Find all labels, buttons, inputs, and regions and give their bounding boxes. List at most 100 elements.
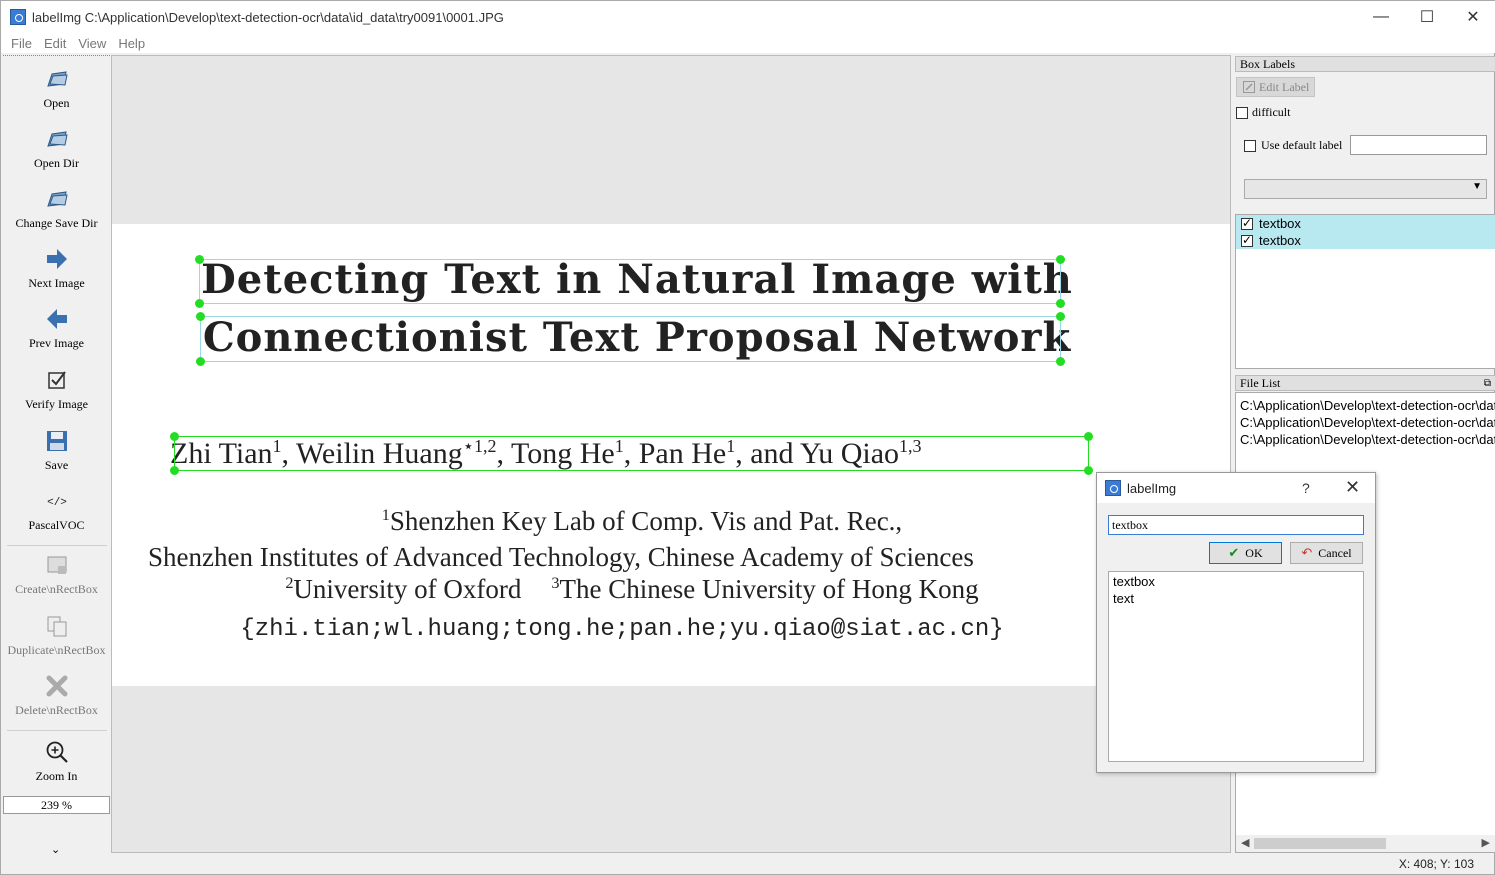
duplicate-rectbox-button[interactable]: Duplicate\nRectBox (3, 613, 110, 658)
verify-image-button[interactable]: Verify Image (3, 367, 110, 412)
ok-button[interactable]: ✔ OK (1209, 542, 1282, 564)
box-handle[interactable] (1056, 255, 1065, 264)
labelimg-window: labelImg C:\Application\Develop\text-det… (0, 0, 1495, 875)
floppy-disk-icon (46, 431, 67, 451)
next-image-button[interactable]: Next Image (3, 246, 110, 291)
scroll-right-icon[interactable]: ▶ (1482, 836, 1490, 849)
menu-file[interactable]: File (5, 36, 38, 51)
difficult-checkbox[interactable]: difficult (1236, 105, 1290, 120)
scroll-thumb[interactable] (1254, 838, 1386, 849)
delete-icon (46, 675, 67, 697)
default-label-input[interactable] (1350, 135, 1487, 155)
rectbox-icon (47, 556, 66, 574)
box-handle[interactable] (1056, 299, 1065, 308)
annotation-box[interactable] (199, 259, 1061, 304)
label-visible-check[interactable] (1241, 216, 1253, 230)
box-handle[interactable] (195, 255, 204, 264)
maximize-button[interactable]: ☐ (1404, 1, 1450, 33)
duplicate-icon (47, 616, 66, 637)
checkbox-icon (47, 371, 66, 389)
title-bar: labelImg C:\Application\Develop\text-det… (1, 1, 1495, 33)
open-label: Open (43, 96, 70, 110)
annotation-box[interactable] (200, 316, 1061, 362)
affiliation-line-2: Shenzhen Institutes of Advanced Technolo… (148, 542, 974, 572)
scroll-left-icon[interactable]: ◀ (1241, 836, 1249, 849)
horizontal-scrollbar[interactable]: ◀ ▶ (1236, 835, 1495, 852)
menu-help[interactable]: Help (112, 36, 151, 51)
verify-image-label: Verify Image (25, 397, 88, 411)
dialog-close-button[interactable]: ✕ (1345, 477, 1360, 498)
difficult-label: difficult (1252, 105, 1291, 119)
menu-bar: File Edit View Help (1, 33, 1495, 53)
next-image-label: Next Image (28, 276, 85, 290)
close-window-button[interactable]: ✕ (1450, 1, 1495, 33)
cancel-label: Cancel (1318, 545, 1352, 560)
file-list-item[interactable]: C:\Application\Develop\text-detection-oc… (1236, 397, 1495, 414)
format-label: PascalVOC (28, 518, 85, 532)
code-icon: </> (47, 497, 67, 509)
arrow-left-icon (46, 309, 67, 329)
box-handle[interactable] (1084, 466, 1093, 475)
zoom-in-button[interactable]: Zoom In (3, 739, 110, 784)
check-icon: ✔ (1228, 545, 1240, 560)
use-default-check[interactable] (1244, 139, 1256, 152)
label-dialog: labelImg ? ✕ textbox ✔ OK ↶ Cancel textb… (1096, 472, 1376, 773)
difficult-check[interactable] (1236, 106, 1248, 119)
label-list-item[interactable]: textbox (1236, 215, 1495, 232)
label-list-item[interactable]: textbox (1236, 232, 1495, 249)
edit-icon (1243, 81, 1255, 93)
duplicate-rectbox-label: Duplicate\nRectBox (7, 643, 106, 657)
file-list-title: File List (1240, 376, 1281, 390)
label-list[interactable]: textbox textbox (1235, 214, 1495, 369)
file-list-item[interactable]: C:\Application\Develop\text-detection-oc… (1236, 431, 1495, 448)
box-handle[interactable] (170, 466, 179, 475)
zoom-in-label: Zoom In (35, 769, 78, 783)
label-history-list[interactable]: textbox text (1108, 571, 1364, 762)
affiliation-line-3: 2University of Oxford 3The Chinese Univer… (112, 574, 1152, 605)
email-line: {zhi.tian;wl.huang;tong.he;pan.he;yu.qia… (240, 616, 1004, 643)
use-default-label-text: Use default label (1261, 138, 1343, 152)
box-handle[interactable] (196, 357, 205, 366)
ok-label: OK (1245, 545, 1263, 560)
box-handle[interactable] (195, 299, 204, 308)
help-button[interactable]: ? (1302, 480, 1310, 496)
folder-icon (46, 131, 68, 147)
open-button[interactable]: Open (3, 66, 110, 111)
image-canvas[interactable]: Detecting Text in Natural Image with Con… (111, 55, 1231, 853)
edit-label-button[interactable]: Edit Label (1236, 77, 1315, 97)
change-save-dir-button[interactable]: Change Save Dir (3, 186, 110, 231)
delete-rectbox-button[interactable]: Delete\nRectBox (3, 673, 110, 718)
label-history-item[interactable]: textbox (1113, 574, 1359, 591)
app-icon (10, 9, 26, 25)
file-list-item[interactable]: C:\Application\Develop\text-detection-oc… (1236, 414, 1495, 431)
delete-rectbox-label: Delete\nRectBox (15, 703, 98, 717)
create-rectbox-button[interactable]: Create\nRectBox (3, 552, 110, 597)
menu-edit[interactable]: Edit (38, 36, 72, 51)
open-dir-button[interactable]: Open Dir (3, 126, 110, 171)
label-visible-check[interactable] (1241, 233, 1253, 247)
box-handle[interactable] (1084, 432, 1093, 441)
label-combo-box[interactable]: ▼ (1244, 179, 1487, 199)
label-history-item[interactable]: text (1113, 591, 1359, 608)
label-input[interactable]: textbox (1108, 515, 1364, 535)
cancel-button[interactable]: ↶ Cancel (1290, 542, 1363, 564)
format-toggle-button[interactable]: </> PascalVOC (3, 488, 110, 533)
box-handle[interactable] (196, 312, 205, 321)
box-handle[interactable] (1056, 312, 1065, 321)
toolbar-more-button[interactable]: ⌄ (51, 843, 60, 856)
box-handle[interactable] (170, 432, 179, 441)
undock-icon[interactable]: ⧉ (1484, 377, 1491, 391)
label-item-text: textbox (1259, 233, 1301, 248)
save-button[interactable]: Save (3, 428, 110, 473)
change-save-dir-label: Change Save Dir (15, 216, 98, 230)
minimize-button[interactable]: — (1358, 1, 1404, 33)
edit-label-text: Edit Label (1259, 79, 1310, 94)
prev-image-button[interactable]: Prev Image (3, 306, 110, 351)
zoom-value-field[interactable]: 239 % (3, 796, 110, 814)
menu-view[interactable]: View (72, 36, 112, 51)
use-default-label-checkbox[interactable]: Use default label (1244, 138, 1342, 153)
box-handle[interactable] (1056, 357, 1065, 366)
cursor-position-status: X: 408; Y: 103 (1398, 857, 1474, 871)
svg-text:</>: </> (47, 497, 67, 509)
selected-annotation-box[interactable] (174, 436, 1089, 471)
